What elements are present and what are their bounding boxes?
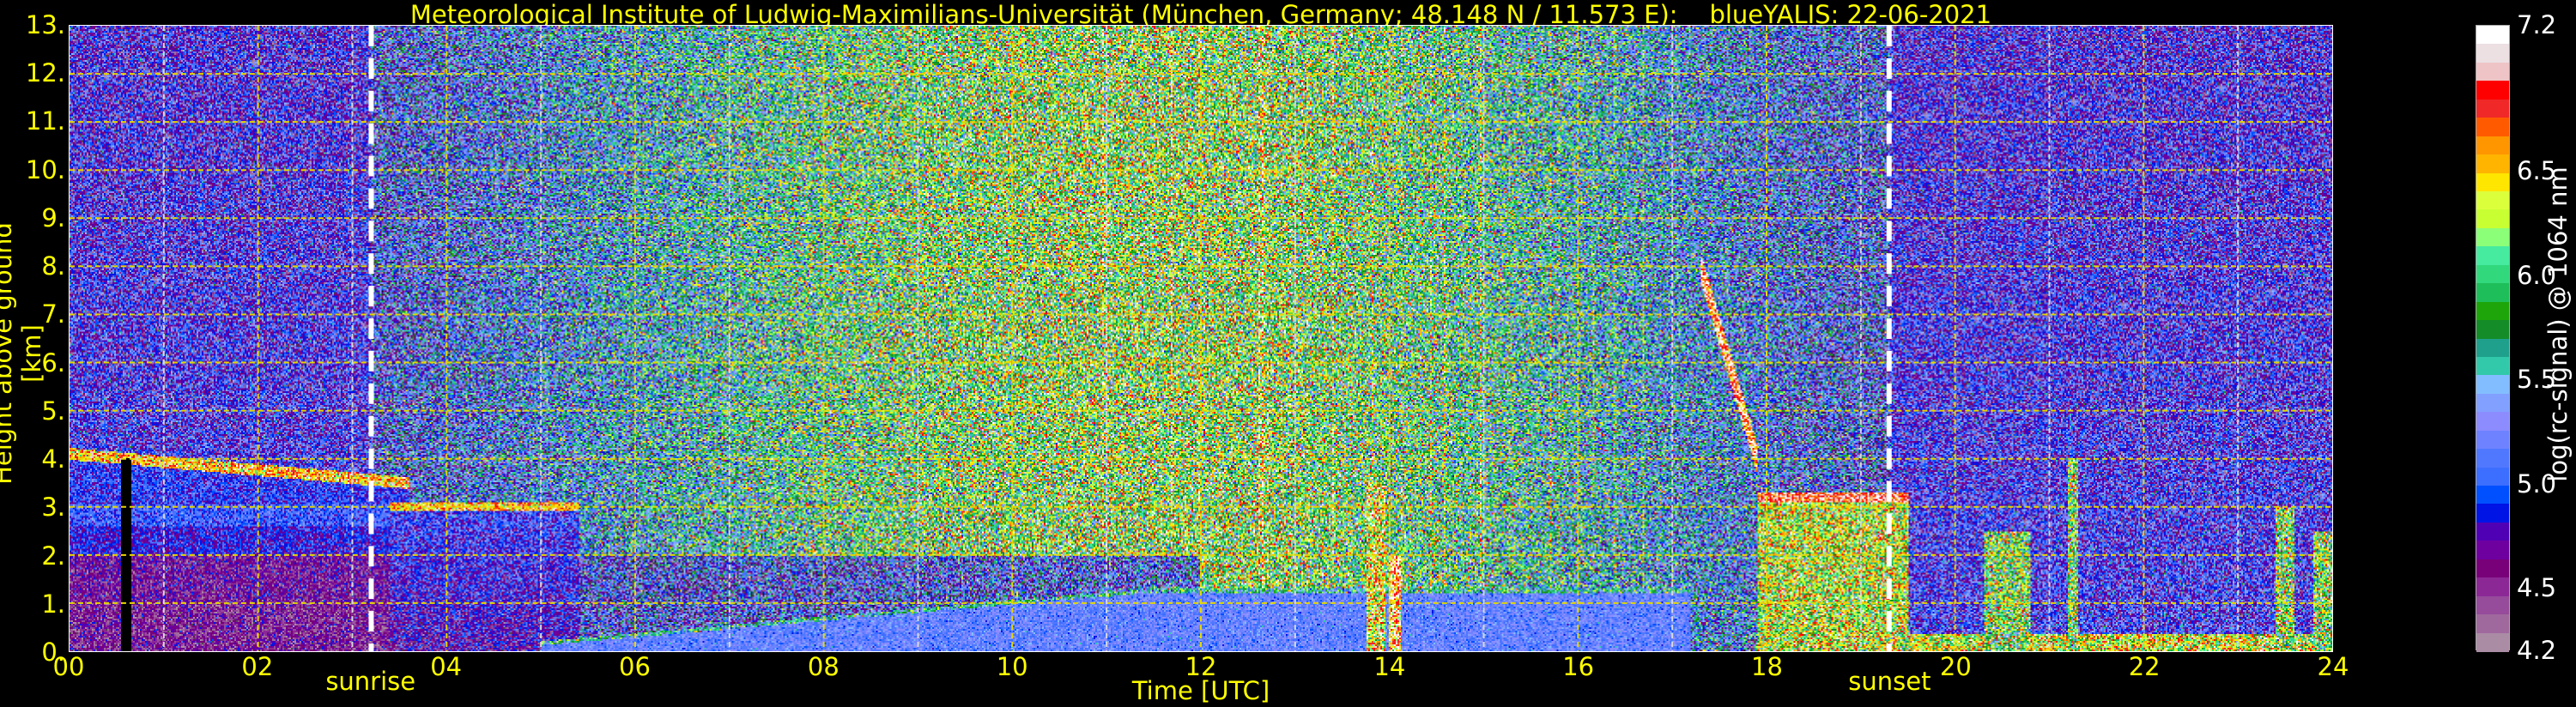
colorbar-segment xyxy=(2476,541,2509,560)
colorbar-segment xyxy=(2476,356,2509,377)
colorbar-segment xyxy=(2476,136,2509,156)
colorbar-segment xyxy=(2476,118,2509,137)
colorbar-segment xyxy=(2476,486,2509,505)
colorbar-segment xyxy=(2476,449,2509,468)
colorbar-segment xyxy=(2476,577,2509,597)
colorbar-segment xyxy=(2476,190,2509,211)
colorbar-segment xyxy=(2476,44,2509,63)
colorbar-segment xyxy=(2476,154,2509,174)
colorbar-segment xyxy=(2476,430,2509,450)
colorbar-segment xyxy=(2476,99,2509,119)
colorbar-segment xyxy=(2476,283,2509,303)
colorbar-segment xyxy=(2476,172,2509,192)
sunrise-label: sunrise xyxy=(325,667,416,696)
colorbar-segment xyxy=(2476,467,2509,487)
sunset-label: sunset xyxy=(1848,667,1931,696)
colorbar-segment xyxy=(2476,393,2509,414)
y-tick-label: 10. xyxy=(25,154,65,184)
colorbar-segment xyxy=(2476,338,2509,358)
colorbar-segment xyxy=(2476,614,2509,634)
colorbar-segment xyxy=(2476,504,2509,523)
colorbar-segment xyxy=(2476,595,2509,616)
plot-area xyxy=(69,25,2333,652)
colorbar-segment xyxy=(2476,320,2509,340)
colorbar-segment xyxy=(2476,246,2509,266)
colorbar xyxy=(2476,25,2510,652)
colorbar-segment xyxy=(2476,522,2509,542)
colorbar-segment xyxy=(2476,412,2509,432)
colorbar-tick-label: 4.5 xyxy=(2517,573,2557,603)
colorbar-segment xyxy=(2476,301,2509,322)
colorbar-segment xyxy=(2476,227,2509,248)
colorbar-segment xyxy=(2476,375,2509,395)
colorbar-tick-label: 7.2 xyxy=(2517,10,2557,39)
colorbar-segment xyxy=(2476,209,2509,229)
y-axis-label: Height above ground [km] xyxy=(0,222,46,485)
colorbar-segment xyxy=(2476,62,2509,82)
y-tick-label: 13. xyxy=(25,10,65,39)
y-tick-label: 1. xyxy=(41,589,65,619)
grid-overlay xyxy=(70,26,2332,651)
colorbar-segment xyxy=(2476,264,2509,285)
y-tick-label: 2. xyxy=(41,541,65,571)
colorbar-segment xyxy=(2476,559,2509,579)
y-tick-label: 11. xyxy=(25,106,65,136)
y-tick-label: 12. xyxy=(25,58,65,88)
colorbar-segment xyxy=(2476,26,2509,45)
colorbar-segment xyxy=(2476,81,2509,100)
colorbar-segment xyxy=(2476,632,2509,652)
colorbar-tick-label: 4.2 xyxy=(2517,636,2557,665)
colorbar-label: log(rc-signal) @ 1064 nm xyxy=(2543,166,2573,482)
